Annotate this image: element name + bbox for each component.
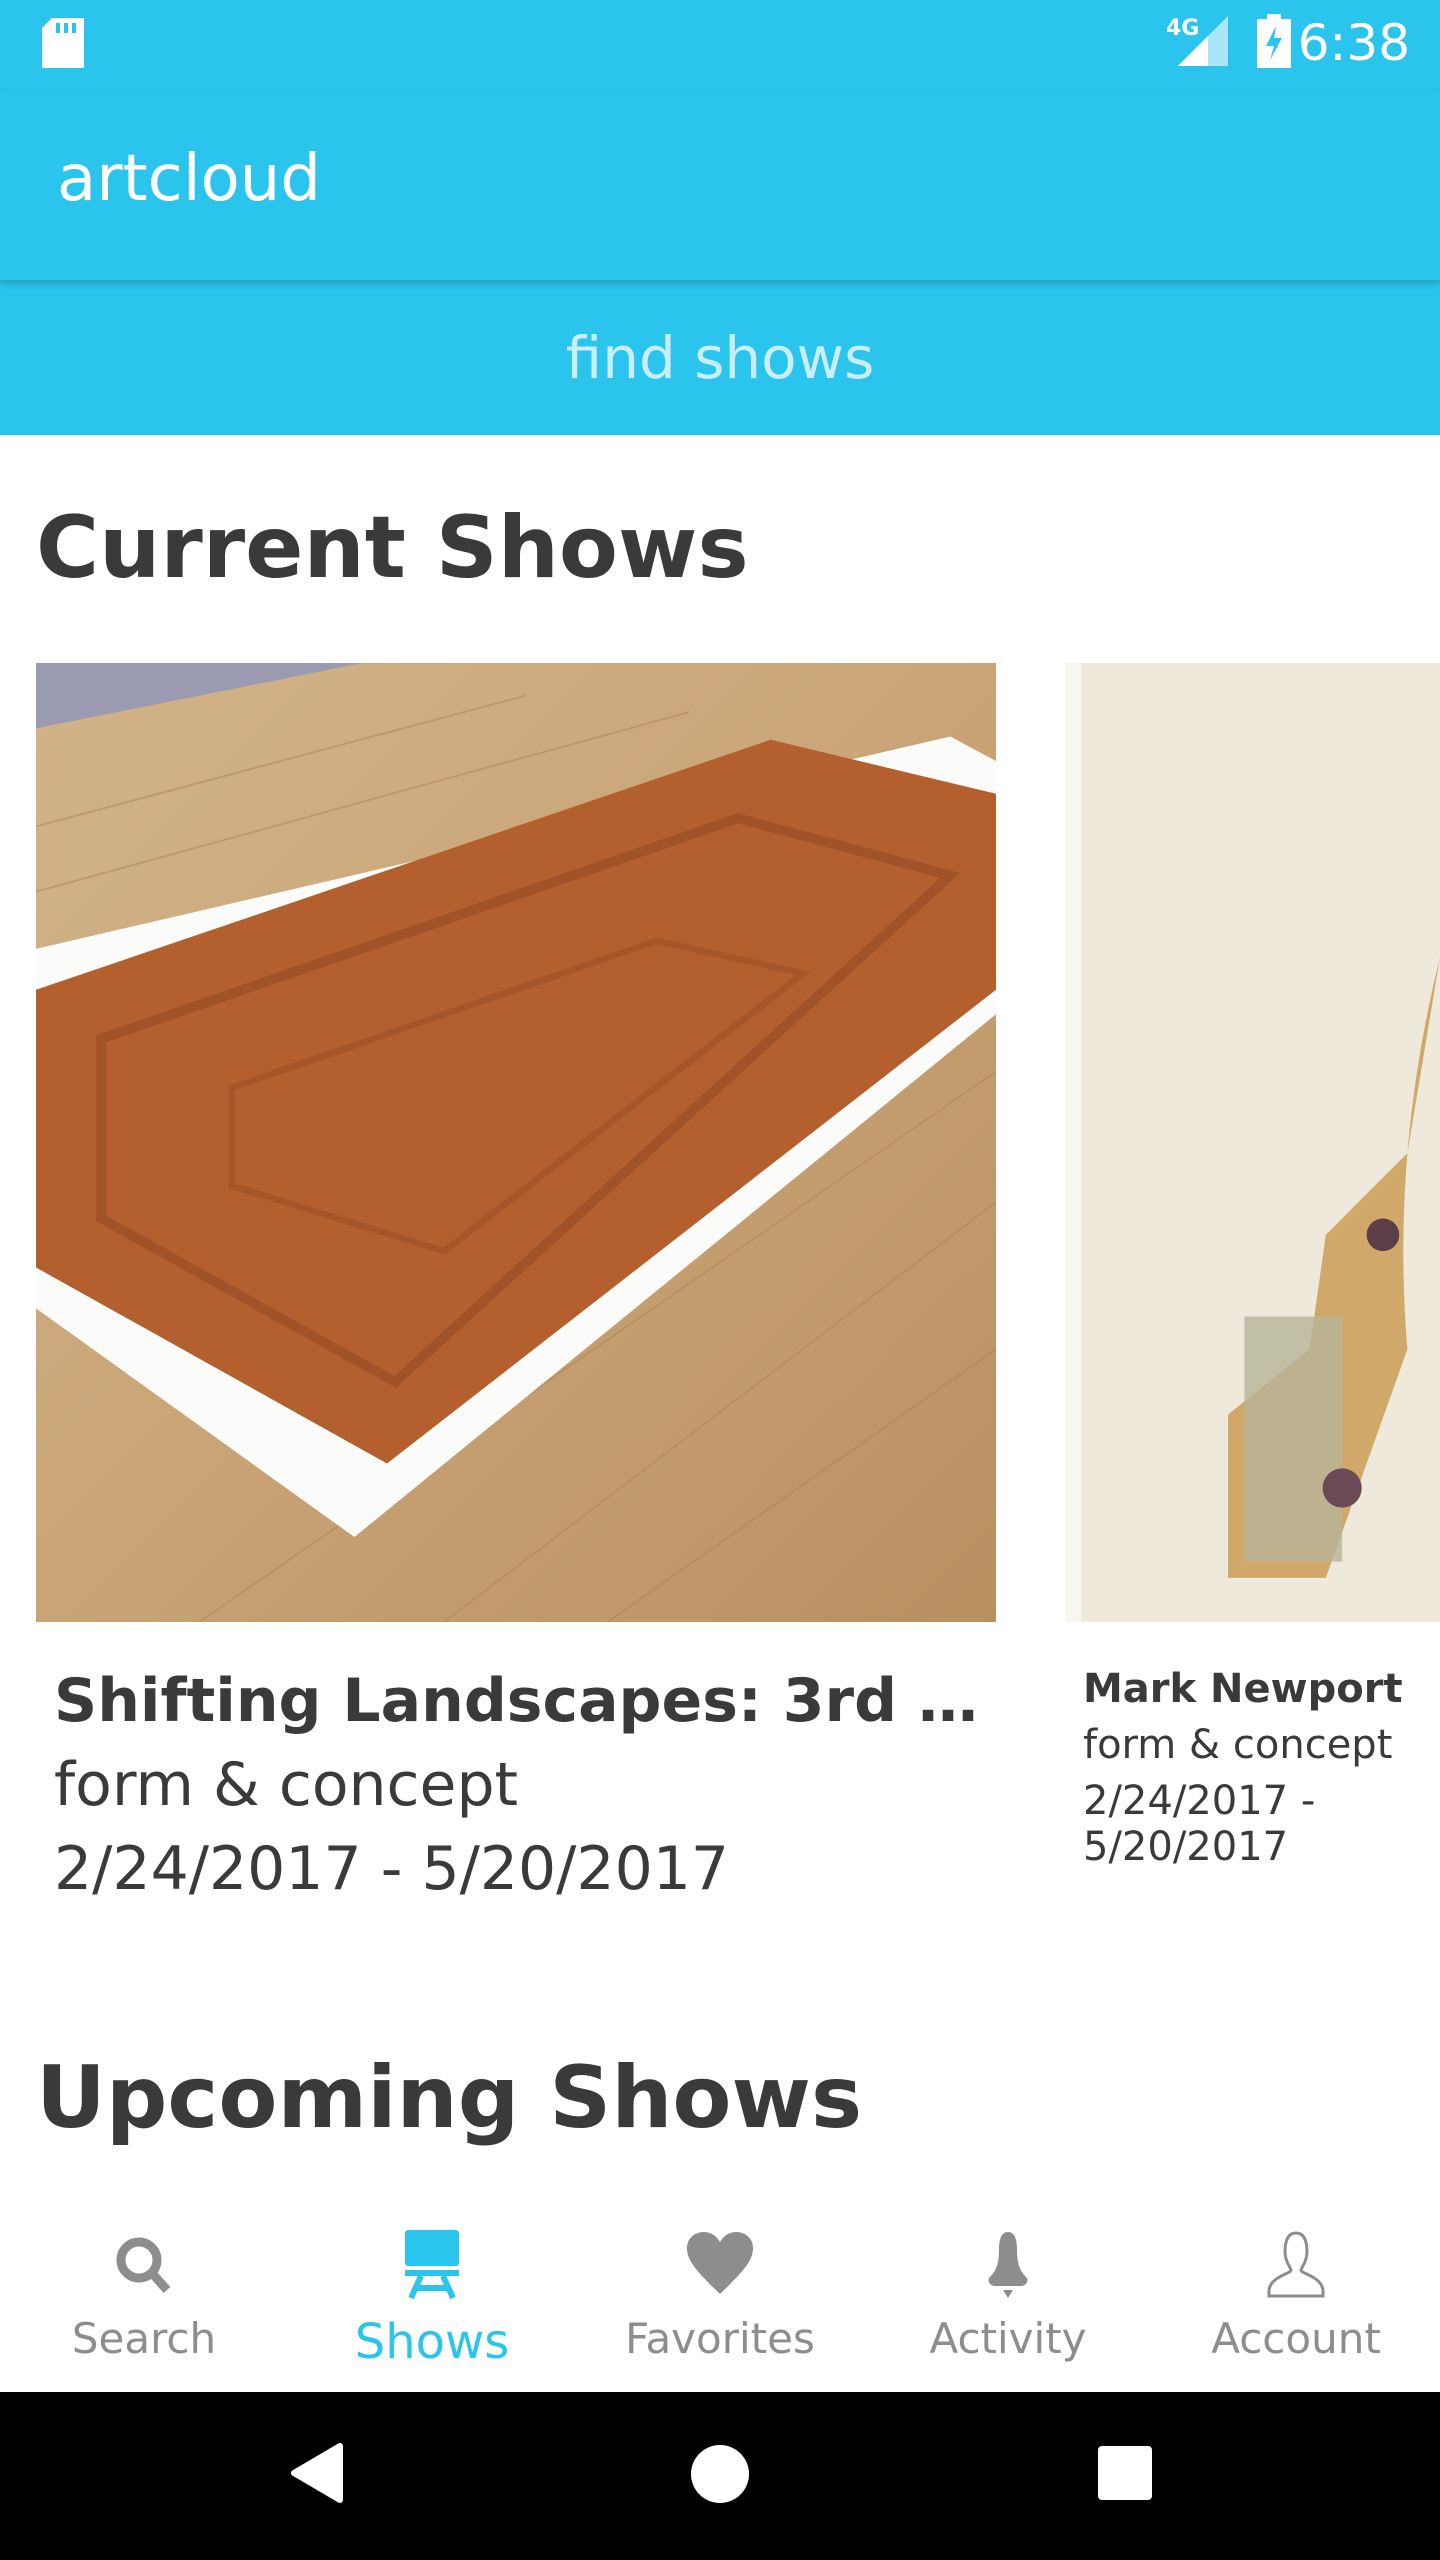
easel-icon [405,2230,459,2300]
bottom-nav: Search Shows Favorites Activity Account [0,2180,1440,2392]
system-nav-bar [0,2392,1440,2560]
show-card[interactable]: Mark Newport form & concept 2/24/2017 - … [1065,663,1440,1870]
find-shows-button[interactable]: find shows [0,280,1440,435]
show-image [35,663,997,1623]
nav-label: Account [1211,2314,1381,2363]
show-venue: form & concept [1083,1722,1393,1768]
battery-charging-icon [1257,14,1291,68]
clock: 6:38 [1297,14,1410,72]
sd-card-icon [42,18,84,68]
person-icon [1267,2231,1325,2298]
find-shows-label: find shows [565,323,875,392]
show-venue: form & concept [54,1750,519,1820]
nav-search[interactable]: Search [0,2180,288,2392]
nav-label: Search [71,2314,217,2363]
nav-label: Favorites [625,2314,815,2363]
status-bar: 4G 6:38 [0,0,1440,90]
show-dates: 2/24/2017 - 5/20/2017 [1083,1778,1316,1870]
nav-shows[interactable]: Shows [288,2180,576,2392]
search-icon [116,2237,171,2293]
back-icon[interactable] [288,2442,344,2504]
show-dates: 2/24/2017 - 5/20/2017 [54,1834,730,1904]
recents-icon[interactable] [1098,2446,1152,2500]
nav-activity[interactable]: Activity [864,2180,1152,2392]
home-icon[interactable] [690,2444,750,2504]
signal-icon [1178,16,1228,66]
nav-label: Shows [354,2314,510,2370]
section-title-current: Current Shows [36,498,749,598]
nav-account[interactable]: Account [1152,2180,1440,2392]
app-title: artcloud [57,142,321,216]
show-title: Mark Newport [1083,1666,1403,1712]
app-bar: artcloud [0,90,1440,280]
nav-favorites[interactable]: Favorites [576,2180,864,2392]
show-card[interactable]: Shifting Landscapes: 3rd International F… [35,663,997,1904]
bell-icon [988,2232,1028,2298]
show-image [1065,663,1440,1622]
show-title: Shifting Landscapes: 3rd International F… [54,1666,994,1736]
section-title-upcoming: Upcoming Shows [36,2048,863,2148]
heart-icon [687,2232,753,2294]
nav-label: Activity [929,2314,1087,2363]
